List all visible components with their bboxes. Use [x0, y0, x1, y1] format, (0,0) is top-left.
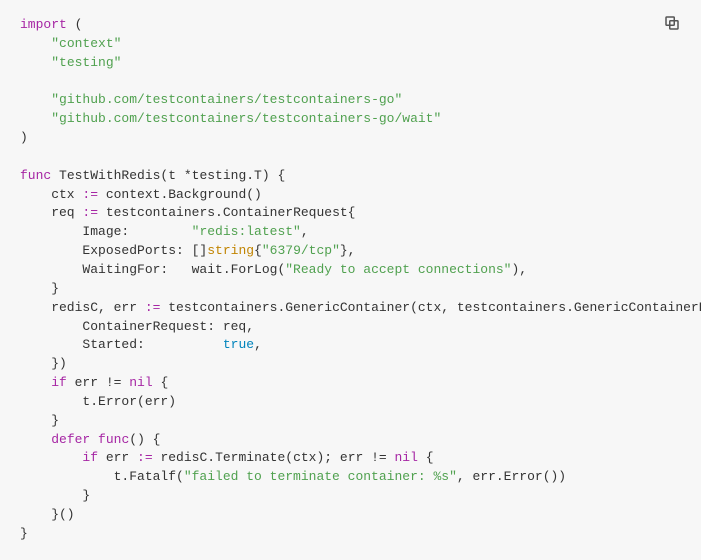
tok-kw: nil [395, 450, 418, 465]
tok [20, 450, 82, 465]
tok: ( [67, 17, 83, 32]
tok: ctx [20, 187, 82, 202]
tok: } [20, 488, 90, 503]
tok: } [20, 413, 59, 428]
tok: testcontainers.ContainerRequest{ [98, 205, 355, 220]
tok-kw: nil [129, 375, 152, 390]
tok: { [418, 450, 434, 465]
tok: , [301, 224, 309, 239]
tok: ContainerRequest: req, [20, 319, 254, 334]
tok: redisC, err [20, 300, 145, 315]
tok-op: := [137, 450, 153, 465]
tok-op: := [82, 205, 98, 220]
tok: { [254, 243, 262, 258]
tok-str: "6379/tcp" [262, 243, 340, 258]
tok: ExposedPorts: [] [20, 243, 207, 258]
tok-kw: defer [51, 432, 90, 447]
tok-kw: if [51, 375, 67, 390]
tok: Started: [20, 337, 223, 352]
tok-str: "redis:latest" [192, 224, 301, 239]
tok [20, 432, 51, 447]
tok-bool: true [223, 337, 254, 352]
tok: context.Background() [98, 187, 262, 202]
tok: }, [340, 243, 356, 258]
tok-type: string [207, 243, 254, 258]
tok-kw: func [20, 168, 51, 183]
tok: TestWithRedis(t *testing.T) { [51, 168, 285, 183]
tok: testcontainers.GenericContainer(ctx, tes… [160, 300, 701, 315]
tok [20, 36, 51, 51]
tok [20, 111, 51, 126]
tok: () { [129, 432, 160, 447]
tok [20, 375, 51, 390]
tok: t.Error(err) [20, 394, 176, 409]
copy-icon [663, 21, 681, 36]
tok: , err.Error()) [457, 469, 566, 484]
tok: }) [20, 356, 67, 371]
tok-kw: func [98, 432, 129, 447]
tok-str: "github.com/testcontainers/testcontainer… [51, 111, 441, 126]
tok: WaitingFor: wait.ForLog( [20, 262, 285, 277]
tok [90, 432, 98, 447]
tok [20, 55, 51, 70]
tok: , [254, 337, 262, 352]
tok: err != [67, 375, 129, 390]
tok: err [98, 450, 137, 465]
tok: ) [20, 130, 28, 145]
tok: }() [20, 507, 75, 522]
tok: } [20, 281, 59, 296]
tok-kw: import [20, 17, 67, 32]
tok: { [153, 375, 169, 390]
tok: Image: [20, 224, 192, 239]
tok: redisC.Terminate(ctx); err != [153, 450, 395, 465]
tok: ), [512, 262, 528, 277]
tok-str: "github.com/testcontainers/testcontainer… [51, 92, 402, 107]
tok: t.Fatalf( [20, 469, 184, 484]
tok-kw: if [82, 450, 98, 465]
tok-op: := [145, 300, 161, 315]
tok: req [20, 205, 82, 220]
tok-str: "Ready to accept connections" [285, 262, 511, 277]
code-block: import ( "context" "testing" "github.com… [20, 16, 701, 544]
copy-button[interactable] [663, 14, 681, 32]
tok-str: "testing" [51, 55, 121, 70]
tok-op: := [82, 187, 98, 202]
tok [20, 92, 51, 107]
tok-str: "failed to terminate container: %s" [184, 469, 457, 484]
tok-str: "context" [51, 36, 121, 51]
